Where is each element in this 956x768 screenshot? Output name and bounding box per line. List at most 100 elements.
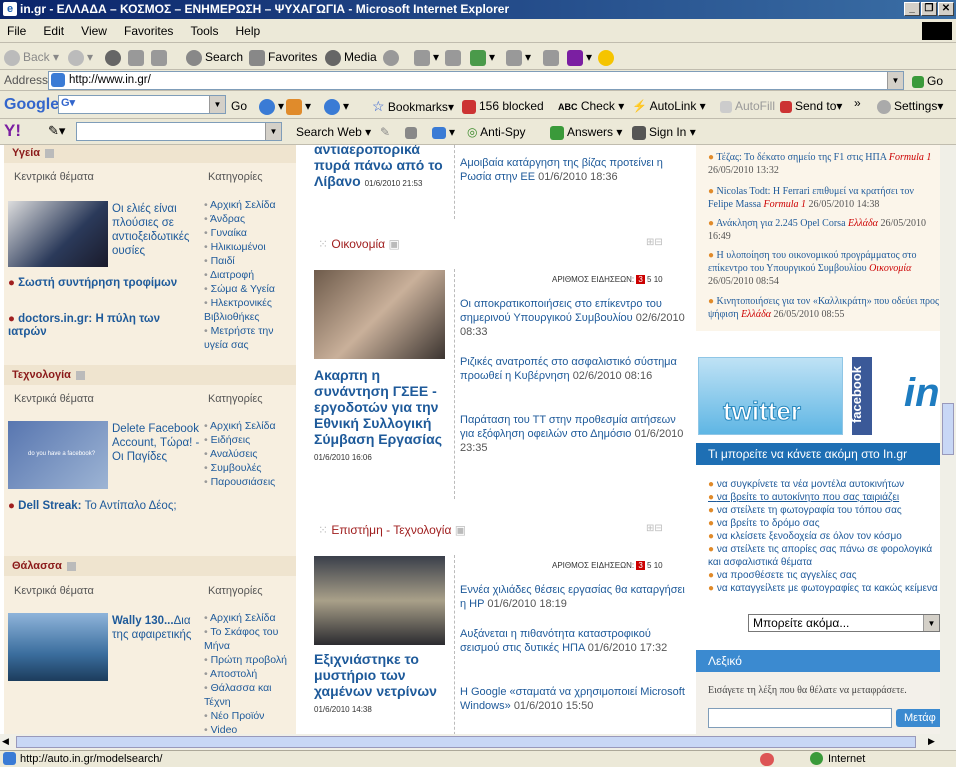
autolink-button[interactable]: ⚡ AutoLink ▾: [632, 96, 706, 116]
translate-button[interactable]: Μετάφ: [896, 709, 940, 727]
expand-icon[interactable]: ⊞⊟: [646, 237, 663, 248]
menu-help[interactable]: Help: [229, 19, 268, 43]
spellcheck-button[interactable]: ABC Check ▾: [558, 96, 624, 116]
economy-headline[interactable]: Ακαρπη η συνάντηση ΓΣΕΕ - εργοδοτών για …: [314, 367, 450, 466]
cat-link[interactable]: Συμβουλές: [204, 461, 296, 475]
history-button[interactable]: [383, 47, 402, 67]
media-button[interactable]: Media: [325, 47, 377, 67]
smiley-button[interactable]: [598, 47, 617, 67]
yahoo-layout-button[interactable]: ▾: [432, 122, 455, 142]
facebook-banner[interactable]: facebook in: [852, 357, 940, 435]
more-link[interactable]: ● να στείλετε τη φωτογραφία του τόπου σα…: [708, 504, 940, 517]
cat-link[interactable]: Αποστολή: [204, 667, 296, 681]
science-item-2[interactable]: Αυξάνεται η πιθανότητα καταστροφικού σει…: [460, 627, 688, 655]
refresh-button[interactable]: [128, 47, 147, 67]
answers-button[interactable]: Answers ▾: [550, 122, 622, 142]
mail-button[interactable]: ▾: [414, 47, 439, 67]
search-web-button[interactable]: Search Web ▾: [296, 122, 371, 142]
menu-view[interactable]: View: [74, 19, 114, 43]
science-header[interactable]: ⁙ Επιστήμη - Τεχνολογία ▣: [318, 521, 466, 539]
olives-thumbnail[interactable]: [8, 201, 108, 267]
address-input[interactable]: http://www.in.gr/ ▼: [48, 71, 904, 90]
print-button[interactable]: [445, 47, 464, 67]
cat-link[interactable]: Παρουσιάσεις: [204, 475, 296, 489]
horizontal-scrollbar[interactable]: ◀ ▶: [0, 734, 940, 750]
autofill-button[interactable]: AutoFill: [720, 96, 775, 116]
google-search-input[interactable]: G▾ ▼: [58, 95, 226, 114]
vertical-scrollbar[interactable]: [940, 145, 956, 750]
facebook-thumbnail[interactable]: do you have a facebook?: [8, 421, 108, 489]
dictionary-input[interactable]: [708, 708, 892, 728]
cat-link[interactable]: Αρχική Σελίδα: [204, 611, 296, 625]
twitter-banner[interactable]: twitter: [698, 357, 843, 435]
sea-section-header[interactable]: Θάλασσα: [4, 556, 296, 576]
menu-favorites[interactable]: Favorites: [117, 19, 180, 43]
more-link[interactable]: ● να καταγγείλετε με φωτογραφίες τα κακώ…: [708, 582, 940, 595]
health-link-1[interactable]: ● Σωστή συντήρηση τροφίμων: [8, 277, 198, 290]
more-link[interactable]: ● να κλείσετε ξενοδοχεία σε όλον τον κόσ…: [708, 530, 940, 543]
go-button[interactable]: Go: [912, 71, 943, 91]
google-comment-button[interactable]: ▾: [324, 96, 349, 116]
forward-button[interactable]: ▾: [68, 47, 93, 67]
science-photo[interactable]: [314, 556, 445, 645]
cat-link[interactable]: Ειδήσεις: [204, 433, 296, 447]
scroll-thumb[interactable]: [942, 403, 954, 455]
menu-edit[interactable]: Edit: [36, 19, 71, 43]
cat-link[interactable]: Νέο Προϊόν: [204, 709, 296, 723]
close-button[interactable]: ✕: [938, 2, 954, 16]
cat-link[interactable]: Σώμα & Υγεία: [204, 282, 296, 296]
economy-header[interactable]: ⁙ Οικονομία ▣: [318, 235, 400, 253]
economy-item-2[interactable]: Ριζικές ανατροπές στο ασφαλιστικό σύστημ…: [460, 355, 688, 383]
yahoo-search-input[interactable]: ▼: [76, 122, 282, 141]
cat-link[interactable]: Μετρήστε την υγεία σας: [204, 324, 296, 352]
expand-icon[interactable]: ⊞⊟: [646, 523, 663, 534]
sign-in-button[interactable]: Sign In ▾: [632, 122, 696, 142]
google-dropdown-icon[interactable]: ▼: [209, 96, 225, 113]
health-link-2[interactable]: ● doctors.in.gr: Η πύλη των ιατρών: [8, 313, 198, 339]
pencil-icon[interactable]: ✎▾: [48, 123, 65, 139]
more-select[interactable]: Μπορείτε ακόμα... ▼: [748, 614, 940, 632]
cat-link[interactable]: Άνδρας: [204, 212, 296, 226]
google-search-icons[interactable]: ▾: [259, 96, 284, 116]
more-link[interactable]: ● να προσθέσετε τις αγγελίες σας: [708, 569, 940, 582]
cat-link[interactable]: Γυναίκα: [204, 226, 296, 240]
bookmarks-button[interactable]: ☆ Bookmarks▾: [372, 96, 454, 116]
economy-photo[interactable]: [314, 270, 445, 359]
right-news-3[interactable]: ● Ανάκληση για 2.245 Opel Corsa Ελλάδα 2…: [708, 217, 940, 243]
menu-file[interactable]: File: [0, 19, 33, 43]
top-right-link[interactable]: Αμοιβαία κατάργηση της βίζας προτείνει η…: [460, 156, 688, 184]
cat-link[interactable]: Ηλεκτρονικές Βιβλιοθήκες: [204, 296, 296, 324]
scroll-left-icon[interactable]: ◀: [2, 736, 9, 747]
mail-icon-button[interactable]: [405, 122, 420, 142]
science-item-1[interactable]: Εννέα χιλιάδες θέσεις εργασίας θα καταργ…: [460, 583, 688, 611]
discuss-button[interactable]: ▾: [506, 47, 531, 67]
cat-link[interactable]: Αναλύσεις: [204, 447, 296, 461]
search-button[interactable]: Search: [186, 47, 243, 67]
back-button[interactable]: Back ▾: [4, 47, 59, 67]
cat-link[interactable]: Παιδί: [204, 254, 296, 268]
address-dropdown-icon[interactable]: ▼: [887, 72, 903, 89]
toolbar-overflow-icon[interactable]: »: [854, 93, 861, 113]
minimize-button[interactable]: _: [904, 2, 920, 16]
hscroll-thumb[interactable]: [16, 736, 916, 748]
health-section-header[interactable]: Υγεία: [4, 145, 296, 163]
economy-item-3[interactable]: Παράταση του ΤΤ στην προθεσμία αιτήσεων …: [460, 413, 688, 455]
tech-section-header[interactable]: Τεχνολογία: [4, 365, 296, 385]
cat-link[interactable]: Αρχική Σελίδα: [204, 419, 296, 433]
more-link[interactable]: ● να βρείτε το δρόμο σας: [708, 517, 940, 530]
home-button[interactable]: [151, 47, 170, 67]
favorites-button[interactable]: Favorites: [249, 47, 317, 67]
messenger-button[interactable]: ▾: [470, 47, 495, 67]
highlight-button[interactable]: ✎: [380, 122, 390, 142]
yacht-thumbnail[interactable]: [8, 613, 108, 681]
yahoo-dropdown-icon[interactable]: ▼: [265, 123, 281, 140]
yahoo-toolbar-button[interactable]: ▾: [567, 47, 592, 67]
science-headline[interactable]: Εξιχνιάστηκε το μυστήριο των χαμένων νετ…: [314, 651, 450, 718]
google-settings-button[interactable]: Settings▾: [877, 96, 943, 116]
right-news-5[interactable]: ● Κινητοποιήσεις για τον «Καλλικράτη» πο…: [708, 295, 940, 321]
send-to-button[interactable]: Send to▾: [780, 96, 842, 116]
more-link[interactable]: ● να στείλετε τις απορίες σας πάνω σε φο…: [708, 543, 940, 569]
anti-spy-button[interactable]: ◎ Anti-Spy: [467, 122, 526, 142]
menu-tools[interactable]: Tools: [183, 19, 225, 43]
cat-link[interactable]: Το Σκάφος του Μήνα: [204, 625, 296, 653]
